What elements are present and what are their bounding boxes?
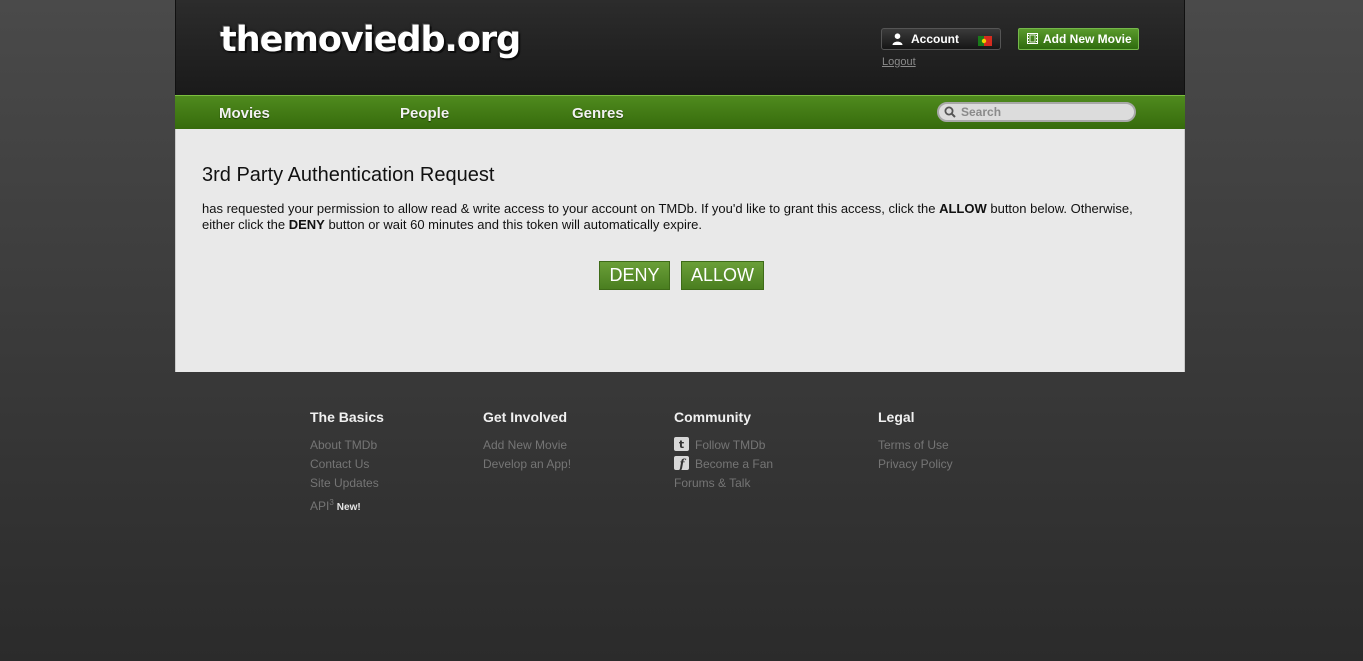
user-icon xyxy=(892,33,903,45)
auth-message-part1: has requested your permission to allow r… xyxy=(202,201,940,216)
footer-col-community: Community t Follow TMDb f Become a Fan F… xyxy=(674,409,773,493)
api-superscript: 3 xyxy=(329,498,334,507)
add-new-movie-label: Add New Movie xyxy=(1043,32,1132,46)
footer-link-privacy[interactable]: Privacy Policy xyxy=(878,455,953,474)
nav-item-people[interactable]: People xyxy=(400,105,449,122)
nav-item-genres[interactable]: Genres xyxy=(572,105,624,122)
footer-link-forums[interactable]: Forums & Talk xyxy=(674,474,773,493)
auth-message-deny: DENY xyxy=(288,217,325,232)
api-label: API xyxy=(310,499,330,513)
footer-link-about[interactable]: About TMDb xyxy=(310,436,384,455)
footer-link-develop-app[interactable]: Develop an App! xyxy=(483,455,571,474)
add-new-movie-button[interactable]: Add New Movie xyxy=(1018,28,1139,50)
footer-heading-community: Community xyxy=(674,409,751,425)
footer-link-contact[interactable]: Contact Us xyxy=(310,455,384,474)
portugal-flag-icon xyxy=(978,36,992,46)
deny-button[interactable]: DENY xyxy=(599,261,670,290)
footer-link-terms[interactable]: Terms of Use xyxy=(878,436,953,455)
site-header: themoviedb.org Account Logout Add New Mo… xyxy=(175,0,1185,95)
account-label: Account xyxy=(911,32,959,46)
footer-heading-legal: Legal xyxy=(878,409,915,425)
main-nav: Movies People Genres xyxy=(175,95,1185,129)
footer-col-basics: The Basics About TMDb Contact Us Site Up… xyxy=(310,409,384,513)
account-button[interactable]: Account xyxy=(881,28,1001,50)
film-icon xyxy=(1027,33,1038,44)
auth-message-part3: button or wait 60 minutes and this token… xyxy=(324,217,703,232)
search-input[interactable] xyxy=(961,104,1126,120)
nav-item-movies[interactable]: Movies xyxy=(219,105,270,122)
footer-link-api[interactable]: API3 New! xyxy=(310,493,384,513)
footer-heading-involved: Get Involved xyxy=(483,409,568,425)
search-box xyxy=(937,102,1136,122)
footer-link-site-updates[interactable]: Site Updates xyxy=(310,474,384,493)
footer-link-follow[interactable]: t Follow TMDb xyxy=(674,436,773,455)
page-title: 3rd Party Authentication Request xyxy=(202,164,495,186)
fan-label: Become a Fan xyxy=(695,457,774,471)
search-icon[interactable] xyxy=(944,106,956,118)
auth-message-allow: ALLOW xyxy=(939,201,987,216)
main-content: 3rd Party Authentication Request has req… xyxy=(175,129,1185,372)
footer-heading-basics: The Basics xyxy=(310,409,384,425)
twitter-icon: t xyxy=(674,437,689,451)
page-frame: themoviedb.org Account Logout Add New Mo… xyxy=(175,0,1185,372)
new-badge: New! xyxy=(336,502,361,513)
auth-message: has requested your permission to allow r… xyxy=(202,201,1162,233)
svg-text:t: t xyxy=(679,438,684,451)
footer-col-legal: Legal Terms of Use Privacy Policy xyxy=(878,409,953,474)
logout-link[interactable]: Logout xyxy=(882,56,916,68)
allow-button[interactable]: ALLOW xyxy=(681,261,764,290)
footer-link-fan[interactable]: f Become a Fan xyxy=(674,455,773,474)
site-logo[interactable]: themoviedb.org xyxy=(220,20,521,60)
follow-label: Follow TMDb xyxy=(695,438,766,452)
facebook-icon: f xyxy=(674,456,689,471)
footer-col-involved: Get Involved Add New Movie Develop an Ap… xyxy=(483,409,571,474)
footer-link-add-new-movie[interactable]: Add New Movie xyxy=(483,436,571,455)
